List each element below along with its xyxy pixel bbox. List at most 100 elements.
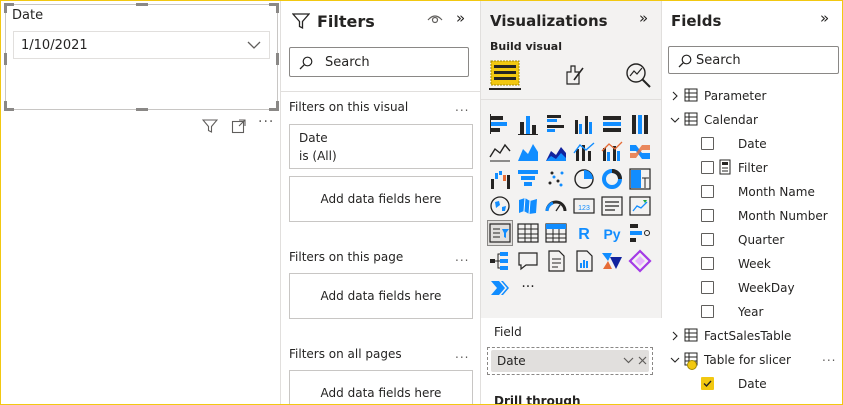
filters-on-visual-label: Filters on this visual: [289, 100, 409, 114]
field-item-quarter[interactable]: Quarter: [662, 230, 843, 250]
100-stacked-bar-icon[interactable]: [600, 112, 624, 136]
chevron-down-icon[interactable]: [623, 357, 634, 364]
field-pill-date[interactable]: Date: [491, 350, 649, 372]
slicer-icon[interactable]: [487, 220, 513, 247]
filters-visual-more-icon[interactable]: ...: [455, 100, 469, 114]
format-visual-icon[interactable]: [561, 62, 587, 88]
chevron-right-icon[interactable]: [670, 90, 680, 104]
field-drop-well[interactable]: Date: [487, 347, 653, 375]
funnel-icon[interactable]: [516, 167, 540, 191]
collapse-filters-chevron-icon[interactable]: »: [456, 9, 465, 27]
field-item-year[interactable]: Year: [662, 302, 843, 322]
map-icon[interactable]: [488, 194, 512, 218]
slicer-title: Date: [12, 8, 44, 23]
field-table-calendar[interactable]: Calendar: [662, 110, 843, 130]
table-icon: [684, 88, 698, 105]
power-automate-icon[interactable]: [600, 249, 624, 273]
filled-map-icon[interactable]: [516, 194, 540, 218]
line-icon[interactable]: [488, 139, 512, 163]
eye-icon[interactable]: [427, 13, 443, 25]
qa-icon[interactable]: [516, 249, 540, 273]
field-item-week[interactable]: Week: [662, 254, 843, 274]
clustered-bar-icon[interactable]: [544, 112, 568, 136]
python-visual-icon[interactable]: Py: [600, 221, 624, 245]
100-stacked-column-icon[interactable]: [628, 112, 652, 136]
ribbon-icon[interactable]: [628, 139, 652, 163]
visual-filter-drop-well[interactable]: Add data fields here: [289, 176, 473, 222]
page-filter-drop-well[interactable]: Add data fields here: [289, 273, 473, 319]
card-icon[interactable]: 123: [572, 194, 596, 218]
filters-pane: Filters » Search Filters on this visual …: [281, 0, 481, 405]
matrix-icon[interactable]: [544, 221, 568, 245]
field-checkbox[interactable]: [701, 233, 714, 246]
line-stacked-column-icon[interactable]: [572, 139, 596, 163]
field-checkbox[interactable]: [701, 185, 714, 198]
visualizations-title: Visualizations: [490, 12, 608, 30]
remove-field-icon[interactable]: [638, 356, 647, 365]
chevron-right-icon[interactable]: [670, 330, 680, 344]
multi-row-card-icon[interactable]: [600, 194, 624, 218]
filters-on-page-label: Filters on this page: [289, 250, 404, 264]
waterfall-icon[interactable]: [488, 167, 512, 191]
stacked-bar-icon[interactable]: [488, 112, 512, 136]
stacked-column-icon[interactable]: [516, 112, 540, 136]
decomposition-tree-icon[interactable]: [488, 249, 512, 273]
filter-icon[interactable]: [202, 118, 218, 134]
stacked-area-icon[interactable]: [544, 139, 568, 163]
all-pages-filter-drop-well[interactable]: Add data fields here: [289, 370, 473, 405]
field-item-date[interactable]: Date: [662, 374, 843, 394]
report-canvas[interactable]: Date 1/10/2021 ···: [0, 0, 281, 405]
gauge-icon[interactable]: [544, 194, 568, 218]
chevron-down-icon[interactable]: [670, 354, 680, 368]
filters-all-more-icon[interactable]: ...: [455, 347, 469, 361]
field-table-parameter[interactable]: Parameter: [662, 86, 843, 106]
fields-search-input[interactable]: Search: [668, 46, 839, 74]
build-visual-tab[interactable]: [489, 57, 521, 91]
smart-narrative-icon[interactable]: [544, 249, 568, 273]
line-clustered-column-icon[interactable]: [600, 139, 624, 163]
field-checkbox[interactable]: [701, 257, 714, 270]
field-checkbox[interactable]: [701, 281, 714, 294]
field-item-date[interactable]: Date: [662, 134, 843, 154]
collapse-fields-chevron-icon[interactable]: »: [820, 9, 829, 27]
field-item-filter[interactable]: Filter: [662, 158, 843, 178]
build-visual-icon: [489, 60, 521, 90]
area-icon[interactable]: [516, 139, 540, 163]
field-checkbox[interactable]: [701, 305, 714, 318]
power-apps-icon[interactable]: [628, 248, 652, 273]
key-influencers-icon[interactable]: [628, 221, 652, 245]
field-checkbox[interactable]: [701, 377, 714, 390]
pie-icon[interactable]: [572, 167, 596, 191]
kpi-icon[interactable]: [628, 194, 652, 218]
field-item-weekday[interactable]: WeekDay: [662, 278, 843, 298]
scatter-icon[interactable]: [544, 167, 568, 191]
more-visuals-icon[interactable]: ···: [516, 276, 540, 300]
table-icon[interactable]: [516, 221, 540, 245]
field-checkbox[interactable]: [701, 209, 714, 222]
field-well-label: Field: [494, 325, 522, 339]
narrative-chevron-icon[interactable]: [488, 276, 512, 300]
filters-search-input[interactable]: Search: [289, 47, 469, 77]
slicer-date-dropdown[interactable]: 1/10/2021: [13, 31, 270, 59]
donut-icon[interactable]: [600, 167, 624, 191]
r-visual-icon[interactable]: R: [572, 221, 596, 245]
filters-page-more-icon[interactable]: ...: [455, 250, 469, 264]
focus-mode-icon[interactable]: [231, 118, 247, 134]
field-table-factsalestable[interactable]: FactSalesTable: [662, 326, 843, 346]
field-checkbox[interactable]: [701, 161, 714, 174]
chevron-down-icon[interactable]: [670, 114, 680, 128]
paginated-report-icon[interactable]: [572, 249, 596, 273]
collapse-viz-chevron-icon[interactable]: »: [639, 9, 648, 27]
more-options-icon[interactable]: ···: [258, 114, 274, 130]
field-table-table-for-slicer[interactable]: Table for slicer...: [662, 350, 843, 370]
field-item-month-name[interactable]: Month Name: [662, 182, 843, 202]
clustered-column-icon[interactable]: [572, 112, 596, 136]
field-checkbox[interactable]: [701, 137, 714, 150]
date-filter-card[interactable]: Date is (All): [289, 124, 473, 169]
analytics-icon[interactable]: [624, 61, 652, 89]
svg-text:Py: Py: [603, 226, 620, 242]
fields-search-placeholder: Search: [696, 53, 741, 68]
table-more-icon[interactable]: ...: [822, 350, 836, 364]
field-item-month-number[interactable]: Month Number: [662, 206, 843, 226]
treemap-icon[interactable]: [628, 167, 652, 191]
